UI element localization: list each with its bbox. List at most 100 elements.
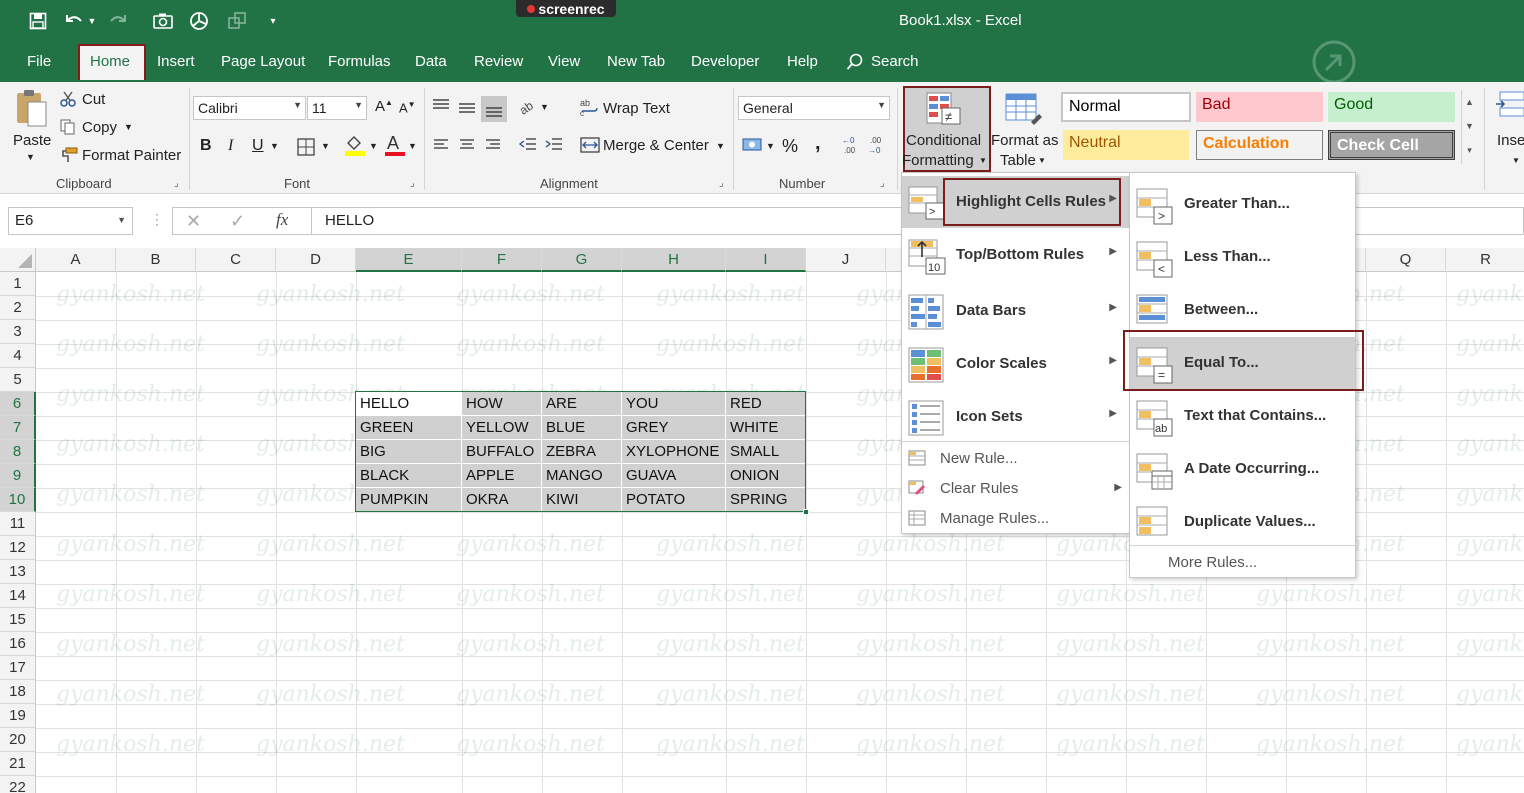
font-color-icon[interactable]: A bbox=[384, 133, 406, 160]
style-calculation[interactable]: Calculation bbox=[1196, 130, 1323, 160]
menu-icon-sets[interactable]: Icon Sets ▶ bbox=[902, 391, 1129, 443]
submenu-item-0[interactable]: > Greater Than... bbox=[1130, 178, 1355, 230]
more-options-icon[interactable]: ⋮ bbox=[150, 211, 164, 228]
tab-page-layout[interactable]: Page Layout bbox=[221, 53, 305, 70]
decrease-indent-icon[interactable] bbox=[518, 137, 537, 156]
row-header-12[interactable]: 12 bbox=[0, 536, 36, 560]
cell-G6[interactable]: ARE bbox=[542, 392, 622, 416]
row-header-22[interactable]: 22 bbox=[0, 776, 36, 793]
menu-more-rules[interactable]: More Rules... bbox=[1168, 554, 1257, 571]
column-header-G[interactable]: G bbox=[542, 248, 622, 272]
row-header-11[interactable]: 11 bbox=[0, 512, 36, 536]
fill-color-icon[interactable] bbox=[344, 134, 366, 159]
cell-F9[interactable]: APPLE bbox=[462, 464, 542, 488]
fill-color-dropdown-icon[interactable]: ▼ bbox=[369, 141, 378, 151]
cell-F6[interactable]: HOW bbox=[462, 392, 542, 416]
menu-manage-rules[interactable]: Manage Rules... bbox=[908, 503, 1128, 533]
cell-G8[interactable]: ZEBRA bbox=[542, 440, 622, 464]
borders-dropdown-icon[interactable]: ▼ bbox=[321, 141, 330, 151]
copy-dropdown-icon[interactable]: ▼ bbox=[124, 122, 133, 132]
menu-clear-rules[interactable]: Clear Rules ▶ bbox=[908, 473, 1128, 503]
more-icon[interactable]: ▾ bbox=[1462, 138, 1477, 162]
column-header-H[interactable]: H bbox=[622, 248, 726, 272]
submenu-item-1[interactable]: < Less Than... bbox=[1130, 231, 1355, 283]
row-header-14[interactable]: 14 bbox=[0, 584, 36, 608]
row-header-16[interactable]: 16 bbox=[0, 632, 36, 656]
column-header-D[interactable]: D bbox=[276, 248, 356, 272]
column-header-C[interactable]: C bbox=[196, 248, 276, 272]
underline-icon[interactable]: U bbox=[252, 137, 264, 155]
orientation-dropdown-icon[interactable]: ▼ bbox=[540, 102, 549, 112]
row-header-7[interactable]: 7 bbox=[0, 416, 36, 440]
row-header-19[interactable]: 19 bbox=[0, 704, 36, 728]
insert-cells-icon[interactable] bbox=[1494, 90, 1524, 123]
cell-G7[interactable]: BLUE bbox=[542, 416, 622, 440]
chevron-down-icon[interactable]: ▼ bbox=[1462, 114, 1477, 138]
tab-view[interactable]: View bbox=[548, 53, 580, 70]
row-header-17[interactable]: 17 bbox=[0, 656, 36, 680]
submenu-item-3[interactable]: = Equal To... bbox=[1130, 337, 1355, 389]
style-normal[interactable]: Normal bbox=[1061, 92, 1191, 122]
camera-icon[interactable] bbox=[152, 10, 174, 32]
number-launcher-icon[interactable]: ⌟ bbox=[880, 178, 885, 189]
cell-H9[interactable]: GUAVA bbox=[622, 464, 726, 488]
italic-icon[interactable]: I bbox=[228, 137, 233, 155]
format-as-table-label-2[interactable]: Table bbox=[1000, 152, 1036, 169]
tab-file[interactable]: File bbox=[27, 53, 51, 70]
shapes-icon[interactable] bbox=[226, 10, 248, 32]
undo-dropdown-icon[interactable]: ▼ bbox=[86, 10, 98, 32]
row-header-21[interactable]: 21 bbox=[0, 752, 36, 776]
tab-new-tab[interactable]: New Tab bbox=[607, 53, 665, 70]
row-header-18[interactable]: 18 bbox=[0, 680, 36, 704]
row-header-1[interactable]: 1 bbox=[0, 272, 36, 296]
column-header-E[interactable]: E bbox=[356, 248, 462, 272]
font-launcher-icon[interactable]: ⌟ bbox=[410, 178, 415, 189]
submenu-item-5[interactable]: A Date Occurring... bbox=[1130, 443, 1355, 495]
comma-style-button[interactable]: , bbox=[815, 132, 821, 155]
fill-handle[interactable] bbox=[803, 509, 809, 515]
wrap-text-icon[interactable]: ab c bbox=[580, 98, 598, 119]
insert-dropdown-icon[interactable]: ▼ bbox=[1512, 156, 1520, 165]
wrap-text-button[interactable]: Wrap Text bbox=[603, 100, 670, 117]
enter-icon[interactable]: ✓ bbox=[230, 211, 245, 232]
copy-button[interactable]: Copy bbox=[82, 119, 117, 136]
merge-center-icon[interactable] bbox=[580, 137, 600, 156]
row-header-4[interactable]: 4 bbox=[0, 344, 36, 368]
menu-color-scales[interactable]: Color Scales ▶ bbox=[902, 338, 1129, 390]
cell-H7[interactable]: GREY bbox=[622, 416, 726, 440]
cell-E8[interactable]: BIG bbox=[356, 440, 462, 464]
submenu-item-2[interactable]: Between... bbox=[1130, 284, 1355, 336]
cell-I9[interactable]: ONION bbox=[726, 464, 806, 488]
copy-icon[interactable] bbox=[60, 119, 76, 138]
format-as-table-icon[interactable] bbox=[1005, 92, 1043, 129]
row-header-2[interactable]: 2 bbox=[0, 296, 36, 320]
accounting-format-icon[interactable] bbox=[742, 137, 762, 156]
tab-review[interactable]: Review bbox=[474, 53, 523, 70]
cell-I10[interactable]: SPRING bbox=[726, 488, 806, 512]
format-as-table-label-1[interactable]: Format as bbox=[991, 132, 1059, 149]
cell-E9[interactable]: BLACK bbox=[356, 464, 462, 488]
column-header-B[interactable]: B bbox=[116, 248, 196, 272]
cell-F10[interactable]: OKRA bbox=[462, 488, 542, 512]
style-neutral[interactable]: Neutral bbox=[1063, 130, 1189, 160]
name-box[interactable]: E6 ▼ bbox=[8, 207, 133, 235]
cell-H6[interactable]: YOU bbox=[622, 392, 726, 416]
row-header-8[interactable]: 8 bbox=[0, 440, 36, 464]
number-format-select[interactable]: General ▼ bbox=[738, 96, 890, 120]
borders-icon[interactable] bbox=[297, 138, 315, 159]
tab-help[interactable]: Help bbox=[787, 53, 818, 70]
column-header-A[interactable]: A bbox=[36, 248, 116, 272]
orientation-icon[interactable]: ab bbox=[517, 98, 536, 119]
cut-icon[interactable] bbox=[60, 91, 76, 110]
format-painter-icon[interactable] bbox=[60, 147, 78, 166]
decrease-decimal-icon[interactable]: .00 →0 bbox=[868, 134, 888, 159]
submenu-item-6[interactable]: Duplicate Values... bbox=[1130, 496, 1355, 548]
align-center-icon[interactable] bbox=[459, 138, 475, 155]
format-table-dropdown-icon[interactable]: ▼ bbox=[1038, 156, 1046, 165]
menu-new-rule[interactable]: New Rule... bbox=[908, 443, 1128, 473]
tab-data[interactable]: Data bbox=[415, 53, 447, 70]
search-icon[interactable] bbox=[846, 53, 864, 74]
paste-dropdown-icon[interactable]: ▼ bbox=[26, 152, 35, 162]
increase-indent-icon[interactable] bbox=[545, 137, 563, 156]
cell-H10[interactable]: POTATO bbox=[622, 488, 726, 512]
